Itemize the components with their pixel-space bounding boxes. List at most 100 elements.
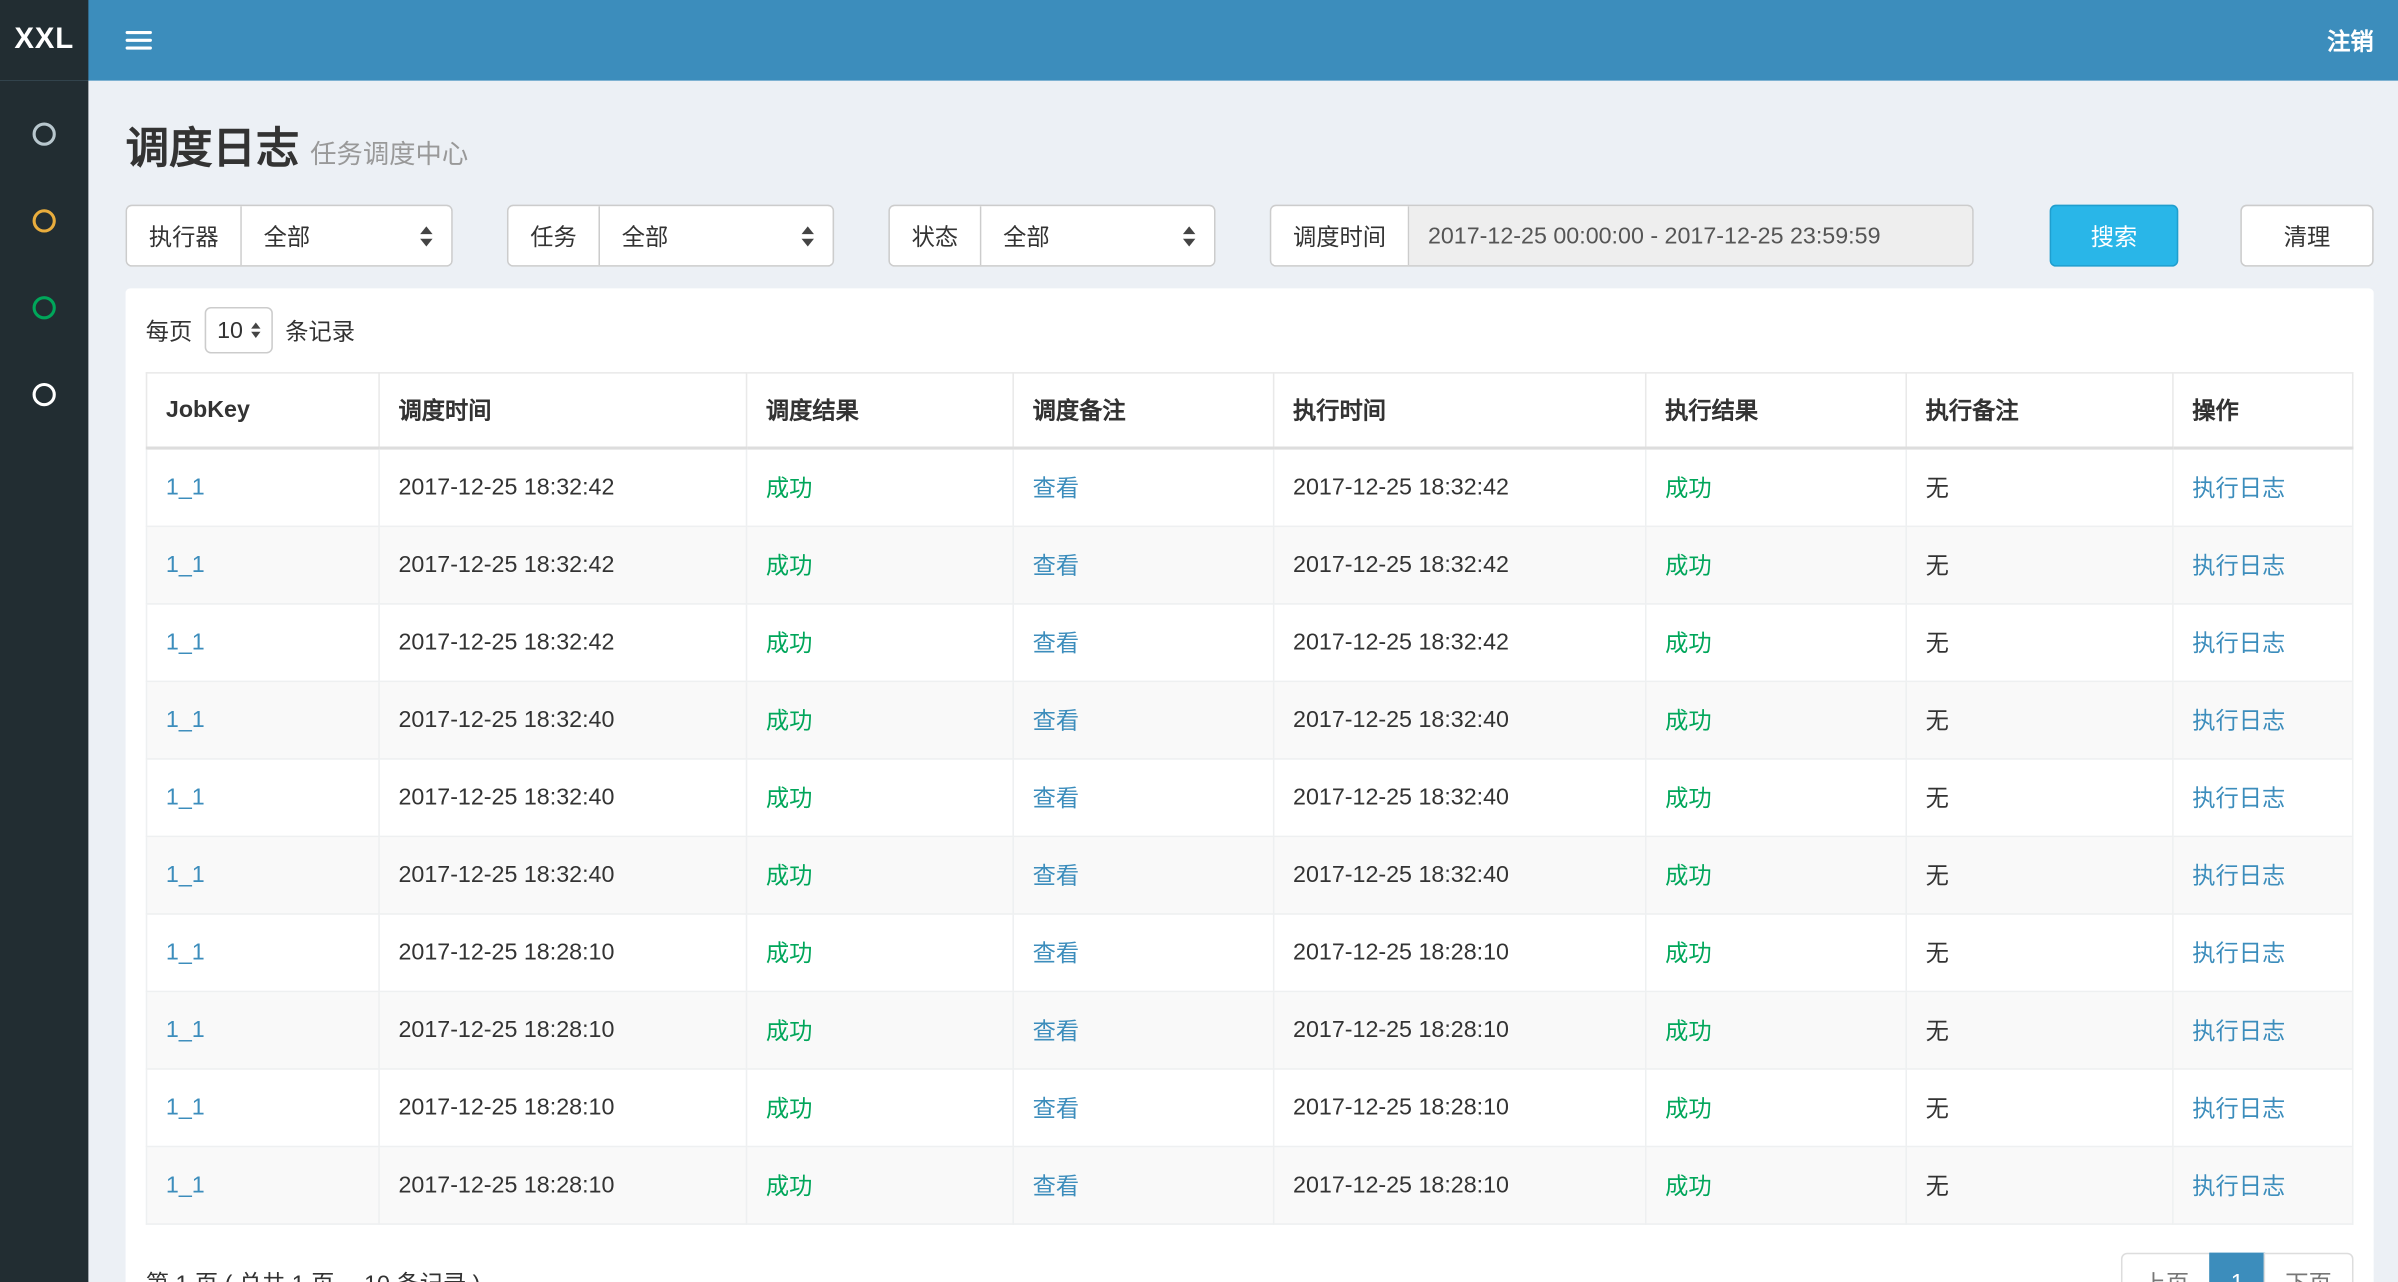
trigger-result-text: 成功 — [766, 941, 813, 967]
handle-result-text: 成功 — [1665, 631, 1712, 657]
exec-log-link[interactable]: 执行日志 — [2192, 864, 2285, 890]
current-page-button[interactable]: 1 — [2209, 1253, 2265, 1282]
trigger-msg-link[interactable]: 查看 — [1033, 631, 1080, 657]
jobkey-cell: 1_1 — [147, 604, 380, 682]
handle-msg-cell: 无 — [1906, 526, 2173, 604]
jobkey-link[interactable]: 1_1 — [166, 474, 205, 500]
column-header-trigger-time: 调度时间 — [379, 373, 746, 448]
exec-log-link[interactable]: 执行日志 — [2192, 941, 2285, 967]
clear-button[interactable]: 清理 — [2240, 205, 2373, 267]
page-size-control: 每页 10 条记录 — [146, 307, 2354, 354]
trigger-msg-link[interactable]: 查看 — [1033, 476, 1080, 502]
exec-log-link[interactable]: 执行日志 — [2192, 553, 2285, 579]
filter-toolbar: 执行器 全部 任务 全部 状态 全部 — [126, 205, 2374, 267]
table-row: 1_1 2017-12-25 18:28:10 成功 查看 2017-12-25… — [147, 1069, 2353, 1147]
jobkey-cell: 1_1 — [147, 1147, 380, 1225]
trigger-result-cell: 成功 — [747, 681, 1014, 759]
jobkey-link[interactable]: 1_1 — [166, 1095, 205, 1121]
handle-msg-cell: 无 — [1906, 914, 2173, 992]
table-row: 1_1 2017-12-25 18:28:10 成功 查看 2017-12-25… — [147, 991, 2353, 1069]
trigger-msg-link[interactable]: 查看 — [1033, 709, 1080, 735]
handle-result-cell: 成功 — [1646, 448, 1906, 526]
prev-page-button[interactable]: 上页 — [2121, 1253, 2211, 1282]
jobkey-cell: 1_1 — [147, 526, 380, 604]
trigger-time-range-input[interactable]: 2017-12-25 00:00:00 - 2017-12-25 23:59:5… — [1409, 206, 1972, 265]
trigger-time-cell: 2017-12-25 18:28:10 — [379, 1147, 746, 1225]
status-filter: 状态 全部 — [888, 205, 1215, 267]
job-select[interactable]: 全部 — [600, 206, 833, 265]
column-header-handle-msg: 执行备注 — [1906, 373, 2173, 448]
app-logo[interactable]: XXL — [0, 0, 88, 81]
trigger-msg-link[interactable]: 查看 — [1033, 786, 1080, 812]
trigger-msg-cell: 查看 — [1013, 1147, 1273, 1225]
column-header-trigger-msg: 调度备注 — [1013, 373, 1273, 448]
status-select-value: 全部 — [1003, 219, 1050, 252]
top-navbar: XXL 注销 — [0, 0, 2398, 81]
handle-result-cell: 成功 — [1646, 836, 1906, 914]
table-row: 1_1 2017-12-25 18:32:40 成功 查看 2017-12-25… — [147, 759, 2353, 837]
executor-select[interactable]: 全部 — [242, 206, 451, 265]
exec-log-link[interactable]: 执行日志 — [2192, 631, 2285, 657]
jobkey-link[interactable]: 1_1 — [166, 1017, 205, 1043]
trigger-msg-link[interactable]: 查看 — [1033, 1019, 1080, 1045]
page-size-suffix-label: 条记录 — [285, 314, 355, 347]
status-select[interactable]: 全部 — [981, 206, 1214, 265]
handle-result-cell: 成功 — [1646, 914, 1906, 992]
handle-msg-cell: 无 — [1906, 448, 2173, 526]
sidebar-menu-item[interactable] — [0, 177, 88, 264]
exec-log-link[interactable]: 执行日志 — [2192, 1019, 2285, 1045]
trigger-msg-link[interactable]: 查看 — [1033, 941, 1080, 967]
sidebar-menu-item[interactable] — [0, 350, 88, 437]
handle-msg-cell: 无 — [1906, 604, 2173, 682]
trigger-result-text: 成功 — [766, 1019, 813, 1045]
handle-time-cell: 2017-12-25 18:32:40 — [1274, 836, 1646, 914]
handle-result-cell: 成功 — [1646, 681, 1906, 759]
trigger-time-cell: 2017-12-25 18:28:10 — [379, 914, 746, 992]
jobkey-link[interactable]: 1_1 — [166, 1172, 205, 1198]
next-page-button[interactable]: 下页 — [2264, 1253, 2354, 1282]
jobkey-link[interactable]: 1_1 — [166, 552, 205, 578]
trigger-result-text: 成功 — [766, 1096, 813, 1122]
trigger-msg-cell: 查看 — [1013, 914, 1273, 992]
handle-result-text: 成功 — [1665, 941, 1712, 967]
trigger-msg-link[interactable]: 查看 — [1033, 1096, 1080, 1122]
jobkey-link[interactable]: 1_1 — [166, 629, 205, 655]
exec-log-link[interactable]: 执行日志 — [2192, 476, 2285, 502]
trigger-msg-cell: 查看 — [1013, 681, 1273, 759]
jobkey-link[interactable]: 1_1 — [166, 862, 205, 888]
sidebar-menu-item[interactable] — [0, 264, 88, 351]
exec-log-link[interactable]: 执行日志 — [2192, 1096, 2285, 1122]
page-size-select[interactable]: 10 — [205, 307, 273, 354]
exec-log-link[interactable]: 执行日志 — [2192, 1174, 2285, 1200]
handle-time-cell: 2017-12-25 18:28:10 — [1274, 914, 1646, 992]
table-row: 1_1 2017-12-25 18:28:10 成功 查看 2017-12-25… — [147, 914, 2353, 992]
table-row: 1_1 2017-12-25 18:32:40 成功 查看 2017-12-25… — [147, 681, 2353, 759]
search-button[interactable]: 搜索 — [2050, 205, 2179, 267]
sidebar — [0, 81, 88, 1282]
action-cell: 执行日志 — [2173, 991, 2353, 1069]
trigger-time-cell: 2017-12-25 18:32:40 — [379, 836, 746, 914]
jobkey-link[interactable]: 1_1 — [166, 707, 205, 733]
jobkey-cell: 1_1 — [147, 448, 380, 526]
logout-link[interactable]: 注销 — [2302, 0, 2398, 81]
job-filter-label: 任务 — [509, 206, 600, 265]
trigger-time-cell: 2017-12-25 18:28:10 — [379, 991, 746, 1069]
circle-outline-icon — [33, 122, 56, 145]
sidebar-menu-item[interactable] — [0, 90, 88, 177]
handle-msg-cell: 无 — [1906, 991, 2173, 1069]
trigger-msg-link[interactable]: 查看 — [1033, 553, 1080, 579]
sidebar-toggle-button[interactable] — [88, 0, 179, 81]
table-row: 1_1 2017-12-25 18:32:42 成功 查看 2017-12-25… — [147, 604, 2353, 682]
trigger-result-text: 成功 — [766, 864, 813, 890]
table-row: 1_1 2017-12-25 18:32:42 成功 查看 2017-12-25… — [147, 448, 2353, 526]
exec-log-link[interactable]: 执行日志 — [2192, 709, 2285, 735]
exec-log-link[interactable]: 执行日志 — [2192, 786, 2285, 812]
handle-time-cell: 2017-12-25 18:32:42 — [1274, 448, 1646, 526]
main-content: 调度日志任务调度中心 执行器 全部 任务 全部 状态 全部 — [88, 81, 2398, 1282]
trigger-msg-link[interactable]: 查看 — [1033, 864, 1080, 890]
action-cell: 执行日志 — [2173, 836, 2353, 914]
jobkey-link[interactable]: 1_1 — [166, 940, 205, 966]
trigger-msg-link[interactable]: 查看 — [1033, 1174, 1080, 1200]
jobkey-link[interactable]: 1_1 — [166, 785, 205, 811]
jobkey-cell: 1_1 — [147, 914, 380, 992]
